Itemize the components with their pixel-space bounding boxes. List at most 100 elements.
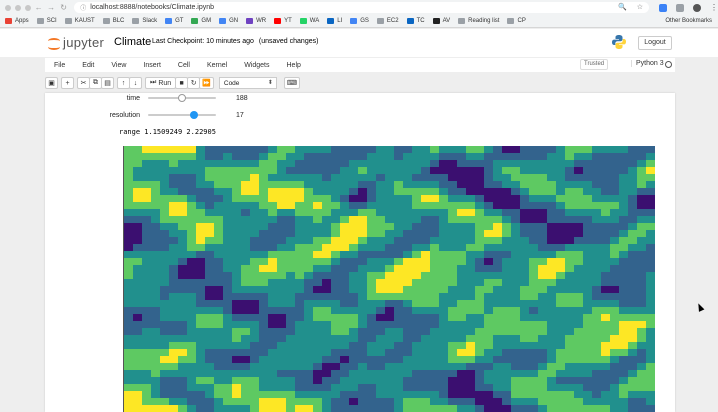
- heatmap-cell: [403, 181, 413, 189]
- heatmap-cell: [637, 251, 647, 259]
- heatmap-cell: [439, 377, 449, 385]
- heatmap-cell: [466, 265, 476, 273]
- heatmap-cell: [547, 272, 557, 280]
- heatmap-cell: [637, 258, 647, 266]
- extension-icon[interactable]: [676, 3, 685, 12]
- heatmap-cell: [493, 377, 503, 385]
- bookmark-item[interactable]: AV: [432, 18, 450, 24]
- bookmark-star-icon[interactable]: ☆: [637, 3, 643, 11]
- logout-button[interactable]: Logout: [638, 36, 672, 50]
- heatmap-cell: [232, 356, 242, 364]
- move-down-icon[interactable]: ↓: [129, 77, 142, 89]
- bookmark-item[interactable]: YT: [274, 18, 292, 24]
- save-icon[interactable]: ▣: [45, 77, 58, 89]
- heatmap-cell: [232, 349, 242, 357]
- heatmap-cell: [646, 300, 655, 308]
- heatmap-cell: [466, 181, 476, 189]
- menu-dots-icon[interactable]: ⋮: [710, 3, 718, 12]
- bookmark-item[interactable]: GS: [350, 18, 369, 24]
- bookmark-item[interactable]: WA: [299, 18, 319, 24]
- resolution-slider-handle[interactable]: [190, 111, 198, 119]
- bookmark-item[interactable]: LI: [327, 18, 342, 24]
- bookmark-item[interactable]: Apps: [5, 18, 29, 24]
- bookmark-item[interactable]: TC: [406, 18, 425, 24]
- menu-cell[interactable]: Cell: [178, 62, 190, 69]
- fast-forward-icon[interactable]: ⏩: [199, 77, 214, 89]
- paste-icon[interactable]: ▤: [101, 77, 114, 89]
- heatmap-cell: [133, 188, 143, 196]
- heatmap-cell: [178, 342, 188, 350]
- jupyter-logo[interactable]: jupyter: [47, 35, 104, 50]
- bookmark-item[interactable]: GM: [191, 18, 211, 24]
- time-slider-handle[interactable]: [178, 94, 186, 102]
- menu-file[interactable]: File: [54, 62, 65, 69]
- bookmark-item[interactable]: GT: [165, 18, 183, 24]
- heatmap-cell: [565, 405, 575, 412]
- resolution-slider[interactable]: [148, 111, 216, 119]
- kernel-name[interactable]: Python 3: [631, 60, 664, 67]
- heatmap-cell: [520, 279, 530, 287]
- cell-type-select[interactable]: Code ⬍: [218, 77, 277, 89]
- minimize-window-icon[interactable]: [15, 4, 21, 11]
- heatmap-cell: [511, 216, 521, 224]
- heatmap-cell: [124, 174, 134, 182]
- menu-help[interactable]: Help: [287, 62, 301, 69]
- run-button[interactable]: ⏭ Run: [145, 77, 177, 89]
- keyboard-icon[interactable]: ⌨: [283, 77, 300, 89]
- heatmap-cell: [547, 405, 557, 412]
- heatmap-cell: [133, 230, 143, 238]
- profile-avatar-icon[interactable]: [693, 3, 702, 12]
- heatmap-cell: [574, 209, 584, 217]
- heatmap-cell: [187, 146, 197, 154]
- time-slider[interactable]: [148, 94, 216, 102]
- notebook-name[interactable]: Climate: [114, 36, 151, 48]
- bookmark-item[interactable]: WR: [246, 18, 266, 24]
- address-bar[interactable]: ⓘ localhost:8888/notebooks/Climate.ipynb…: [74, 2, 650, 13]
- heatmap-cell: [556, 202, 566, 210]
- heatmap-cell: [520, 258, 530, 266]
- bookmark-item[interactable]: BLC: [102, 18, 124, 24]
- resolution-slider-track[interactable]: [148, 114, 216, 116]
- menu-kernel[interactable]: Kernel: [207, 62, 227, 69]
- heatmap-cell: [610, 286, 620, 294]
- extension-icon[interactable]: [659, 3, 668, 12]
- heatmap-cell: [322, 342, 332, 350]
- heatmap-cell: [187, 321, 197, 329]
- insert-cell-icon[interactable]: +: [61, 77, 74, 89]
- heatmap-cell: [358, 279, 368, 287]
- bookmark-item[interactable]: Slack: [132, 18, 157, 24]
- heatmap-cell: [610, 342, 620, 350]
- bookmark-item[interactable]: CP: [507, 18, 526, 24]
- close-window-icon[interactable]: [5, 4, 11, 11]
- heatmap-cell: [241, 377, 251, 385]
- info-icon[interactable]: ⓘ: [80, 3, 86, 12]
- heatmap-cell: [439, 349, 449, 357]
- menu-widgets[interactable]: Widgets: [244, 62, 269, 69]
- bookmark-item[interactable]: Reading list: [458, 18, 499, 24]
- reload-icon[interactable]: ↻: [59, 3, 68, 12]
- heatmap-cell: [142, 342, 152, 350]
- bookmark-item[interactable]: KAUST: [64, 18, 95, 24]
- menu-view[interactable]: View: [111, 62, 126, 69]
- menu-insert[interactable]: Insert: [143, 62, 161, 69]
- forward-arrow-icon[interactable]: →: [46, 3, 55, 12]
- heatmap-cell: [259, 286, 269, 294]
- bookmark-item[interactable]: EC2: [376, 18, 399, 24]
- back-arrow-icon[interactable]: ←: [34, 3, 43, 12]
- other-bookmarks[interactable]: Other Bookmarks: [655, 18, 712, 24]
- heatmap-cell: [358, 202, 368, 210]
- heatmap-cell: [601, 272, 611, 280]
- heatmap-cell: [376, 251, 386, 259]
- heatmap-cell: [169, 286, 179, 294]
- zoom-icon[interactable]: 🔍: [618, 3, 627, 11]
- heatmap-cell: [160, 272, 170, 280]
- trusted-indicator[interactable]: Trusted: [580, 59, 609, 70]
- heatmap-cell: [466, 384, 476, 392]
- maximize-window-icon[interactable]: [25, 4, 31, 11]
- heatmap-cell: [349, 300, 359, 308]
- bookmark-item[interactable]: SCI: [36, 18, 57, 24]
- menu-edit[interactable]: Edit: [82, 62, 94, 69]
- bookmark-item[interactable]: GN: [219, 18, 238, 24]
- heatmap-cell: [151, 272, 161, 280]
- heatmap-cell: [304, 251, 314, 259]
